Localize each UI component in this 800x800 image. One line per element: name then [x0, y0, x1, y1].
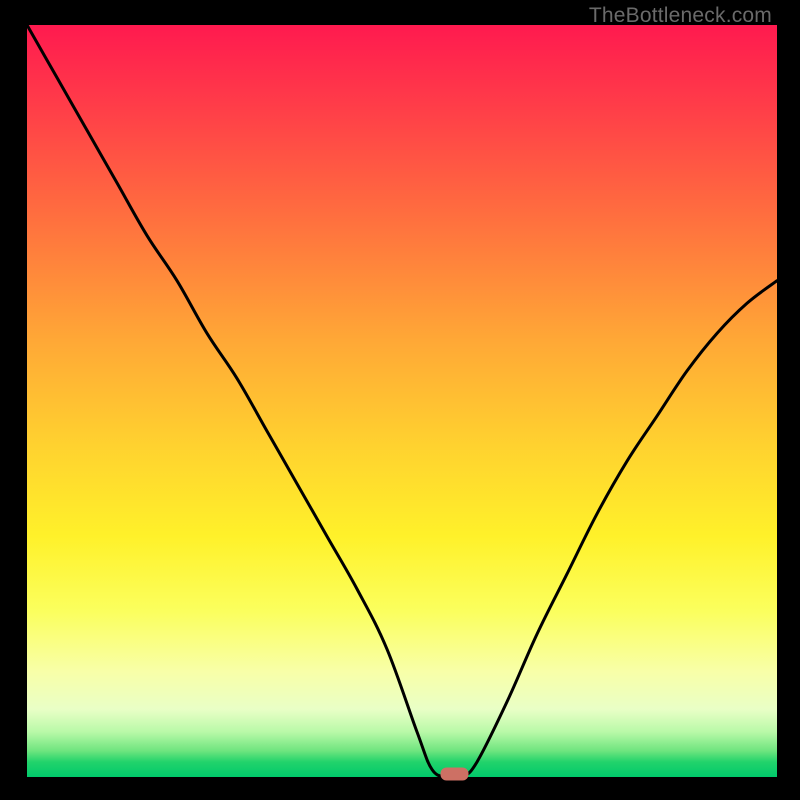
plot-area [27, 25, 777, 777]
curve-path [27, 25, 777, 779]
chart-frame: TheBottleneck.com [0, 0, 800, 800]
minimum-marker [441, 768, 469, 781]
bottleneck-curve [27, 25, 777, 777]
